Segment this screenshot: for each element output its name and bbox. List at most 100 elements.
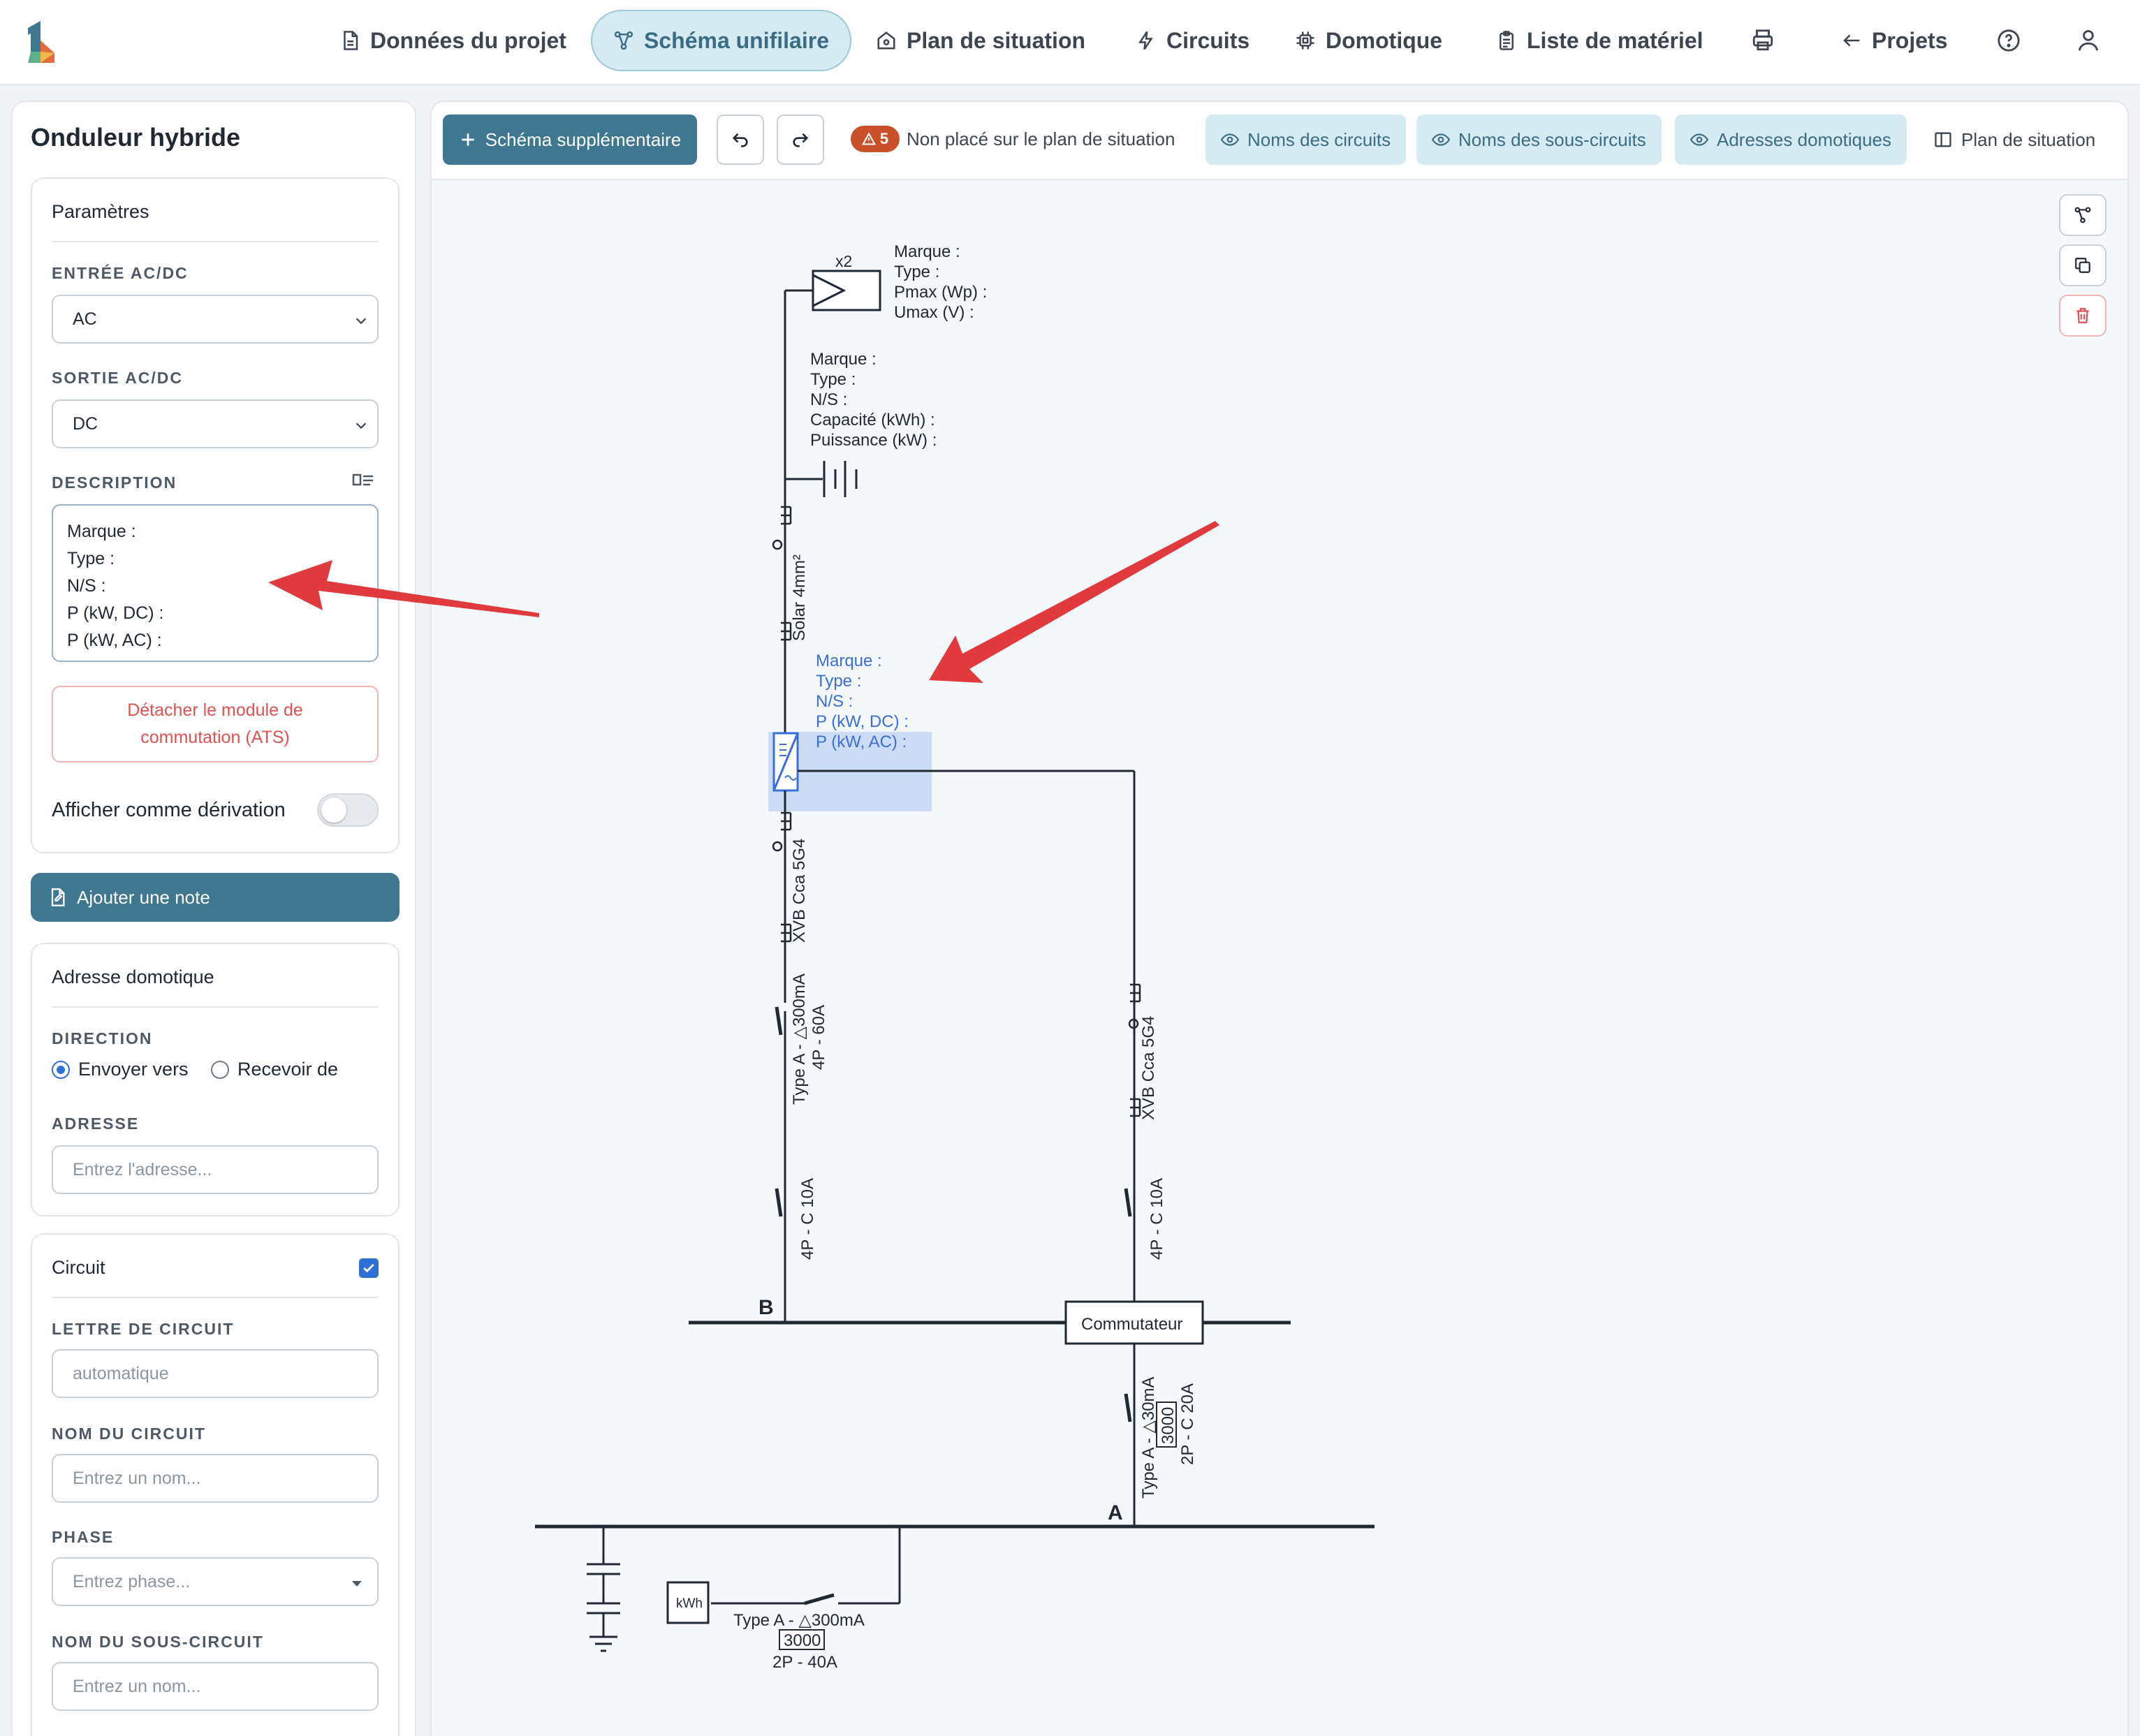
- nav-label: Domotique: [1326, 27, 1443, 53]
- pv-prop: Umax (V) :: [894, 303, 974, 322]
- nav-label: Liste de matériel: [1527, 27, 1703, 53]
- subcircuit-label: NOM DU SOUS-CIRCUIT: [52, 1633, 264, 1651]
- chip-icon: [1296, 31, 1314, 50]
- description-textarea[interactable]: Marque : Type : N/S : P (kW, DC) : P (kW…: [52, 504, 379, 662]
- address-input[interactable]: Entrez l'adresse...: [52, 1145, 379, 1194]
- cable-label-solar: Solar 4mm²: [790, 554, 809, 641]
- diff-supply-rating: 2P - 40A: [772, 1653, 837, 1672]
- diff-supply-type: Type A - △300mA: [733, 1611, 865, 1630]
- diagram-icon: [614, 31, 633, 50]
- arrow-left-icon: [1843, 34, 1860, 47]
- breaker-right-rating: 4P - C 10A: [1148, 1178, 1166, 1260]
- pv-prop: Marque :: [894, 242, 960, 261]
- diff-main-type: Type A - △30mA: [1139, 1376, 1158, 1499]
- help-icon: [1998, 29, 2020, 52]
- battery-prop: Type :: [810, 370, 856, 389]
- top-navigation: Données du projet Schéma unifilaire Plan…: [0, 0, 2140, 85]
- note-icon: [51, 888, 65, 906]
- circuit-letter-input[interactable]: automatique: [52, 1349, 379, 1398]
- user-icon: [2078, 30, 2099, 51]
- phase-label: PHASE: [52, 1528, 115, 1546]
- derivation-label: Afficher comme dérivation: [52, 799, 286, 821]
- document-icon: [344, 31, 358, 50]
- pv-multiplier: x2: [835, 252, 852, 270]
- domotique-card: Adresse domotique DIRECTION Envoyer vers…: [31, 943, 400, 1216]
- name-label: NOM DU CIRCUIT: [52, 1425, 206, 1443]
- diff-left-type: Type A - △300mA: [790, 973, 809, 1105]
- cable-label-left: XVB Cca 5G4: [790, 839, 809, 943]
- nav-schema-unifilaire[interactable]: Schéma unifilaire: [591, 10, 851, 71]
- earth-symbol[interactable]: [587, 1527, 620, 1652]
- commutateur-label: Commutateur: [1081, 1315, 1182, 1334]
- derivation-toggle[interactable]: [317, 793, 379, 827]
- radio-receive[interactable]: Recevoir de: [211, 1059, 338, 1080]
- hybrid-inverter-symbol[interactable]: [772, 732, 799, 792]
- inverter-prop: Type :: [816, 672, 861, 691]
- subcircuit-name-input[interactable]: Entrez un nom...: [52, 1662, 379, 1711]
- single-line-diagram[interactable]: x2 Marque : Type : Pmax (Wp) : Umax (V) …: [432, 102, 2129, 1736]
- pv-prop: Type :: [894, 263, 939, 281]
- nav-circuits[interactable]: Circuits: [1115, 10, 1270, 71]
- differential-breaker-supply[interactable]: [804, 1593, 838, 1605]
- cable-label-right: XVB Cca 5G4: [1139, 1016, 1158, 1120]
- circuit-header: Circuit: [52, 1257, 379, 1298]
- differential-breaker-main[interactable]: [1124, 1393, 1132, 1422]
- nav-label: Plan de situation: [907, 27, 1086, 53]
- inverter-prop: P (kW, DC) :: [816, 712, 909, 731]
- sortie-select[interactable]: DC: [52, 399, 379, 448]
- nav-plan-situation[interactable]: Plan de situation: [855, 10, 1106, 71]
- differential-breaker-left[interactable]: [775, 1003, 787, 1036]
- printer-icon: [1752, 29, 1773, 51]
- cable-marker: [772, 811, 792, 943]
- text-format-icon[interactable]: [352, 472, 374, 489]
- nav-projets[interactable]: Projets: [1820, 10, 1968, 71]
- circuit-name-input[interactable]: Entrez un nom...: [52, 1454, 379, 1503]
- radio-send[interactable]: Envoyer vers: [52, 1059, 189, 1080]
- parametres-card: Paramètres ENTRÉE AC/DC AC SORTIE AC/DC …: [31, 177, 400, 853]
- add-note-button[interactable]: Ajouter une note: [31, 873, 400, 922]
- radio-receive-button[interactable]: [211, 1060, 229, 1079]
- letter-label: LETTRE DE CIRCUIT: [52, 1320, 235, 1338]
- user-button[interactable]: [2072, 24, 2105, 57]
- app-logo[interactable]: [24, 20, 59, 64]
- cable-marker: [772, 506, 792, 641]
- diff-left-rating: 4P - 60A: [809, 1005, 828, 1070]
- nav-liste-materiel[interactable]: Liste de matériel: [1475, 10, 1724, 71]
- help-button[interactable]: [1992, 24, 2025, 57]
- caret-down-icon: [352, 1581, 362, 1587]
- circuit-checkbox[interactable]: [359, 1258, 379, 1278]
- bus-label-b: B: [758, 1296, 774, 1319]
- breaker-right[interactable]: [1124, 1188, 1132, 1217]
- breaker-left-rating: 4P - C 10A: [798, 1178, 817, 1260]
- battery-prop: Puissance (kW) :: [810, 431, 937, 450]
- radio-send-label: Envoyer vers: [78, 1059, 189, 1080]
- radio-receive-label: Recevoir de: [237, 1059, 339, 1080]
- breaker-left[interactable]: [775, 1188, 783, 1217]
- address-label: ADRESSE: [52, 1115, 140, 1133]
- entree-label: ENTRÉE AC/DC: [52, 264, 189, 282]
- kwh-meter-label: kWh: [676, 1596, 703, 1611]
- phase-select[interactable]: Entrez phase...: [52, 1557, 379, 1606]
- chevron-down-icon: [356, 422, 367, 429]
- battery-prop: Capacité (kWh) :: [810, 411, 935, 429]
- pv-panel-symbol[interactable]: [812, 270, 881, 311]
- direction-label: DIRECTION: [52, 1029, 153, 1047]
- bolt-icon: [1138, 31, 1153, 50]
- entree-select[interactable]: AC: [52, 295, 379, 344]
- circuit-card: Circuit LETTRE DE CIRCUIT automatique NO…: [31, 1233, 400, 1736]
- detach-ats-button[interactable]: Détacher le module de commutation (ATS): [52, 686, 379, 763]
- home-icon: [877, 31, 895, 50]
- battery-symbol[interactable]: [823, 461, 858, 497]
- phase-placeholder: Entrez phase...: [73, 1571, 191, 1591]
- nav-domotique[interactable]: Domotique: [1274, 10, 1463, 71]
- nav-label: Projets: [1872, 27, 1948, 53]
- toggle-knob: [321, 797, 346, 823]
- check-icon: [363, 1263, 374, 1273]
- inverter-prop: Marque :: [816, 652, 882, 670]
- nav-donnees-projet[interactable]: Données du projet: [318, 10, 587, 71]
- chevron-down-icon: [356, 318, 367, 325]
- radio-send-button[interactable]: [52, 1060, 70, 1079]
- print-button[interactable]: [1746, 24, 1780, 57]
- pv-prop: Pmax (Wp) :: [894, 283, 987, 302]
- diagram-workspace: Schéma supplémentaire 5 Non placé sur le…: [430, 101, 2129, 1736]
